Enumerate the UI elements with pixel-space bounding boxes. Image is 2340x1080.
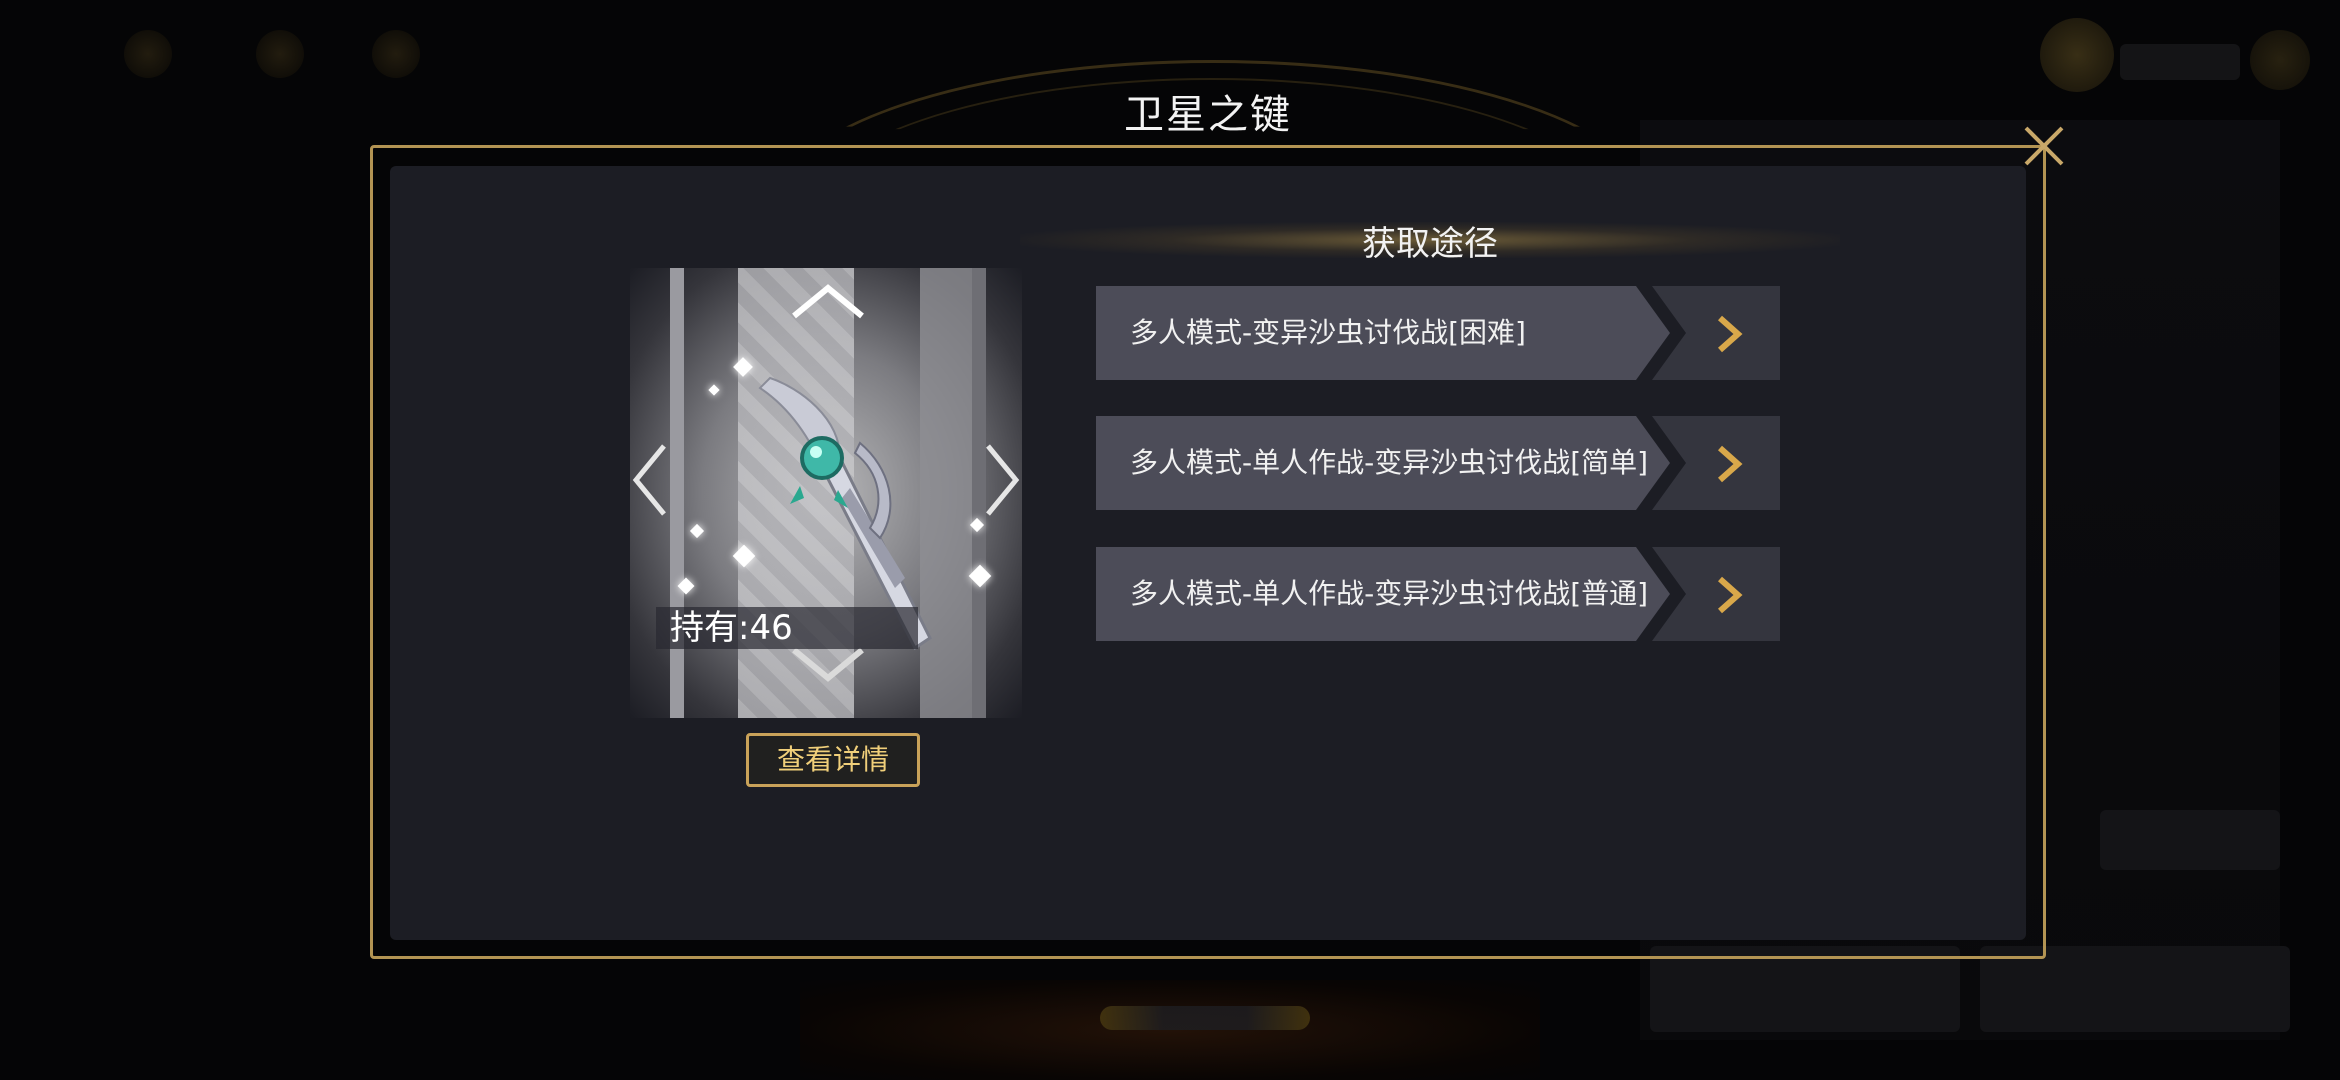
route-label: 多人模式-单人作战-变异沙虫讨伐战[简单] xyxy=(1130,446,1649,479)
background-avatar xyxy=(2040,18,2114,92)
acquisition-title: 获取途径 xyxy=(1362,224,1498,264)
sparkle-icon xyxy=(689,523,705,539)
chevron-up-icon[interactable] xyxy=(788,282,868,322)
background-top-icon xyxy=(256,30,304,78)
owned-count: 持有:46 xyxy=(656,607,918,649)
background-glow xyxy=(800,980,1540,1080)
chevron-right-icon[interactable] xyxy=(1708,444,1748,484)
chevron-right-icon[interactable] xyxy=(1708,314,1748,354)
route-label: 多人模式-单人作战-变异沙虫讨伐战[普通] xyxy=(1130,577,1649,610)
chevron-down-icon[interactable] xyxy=(788,644,868,684)
route-item[interactable]: 多人模式-单人作战-变异沙虫讨伐战[简单] xyxy=(1096,416,1780,510)
chevron-right-icon[interactable] xyxy=(1708,575,1748,615)
close-icon[interactable] xyxy=(2016,118,2072,174)
route-item[interactable]: 多人模式-变异沙虫讨伐战[困难] xyxy=(1096,286,1780,380)
background-button xyxy=(2100,810,2280,870)
route-item[interactable]: 多人模式-单人作战-变异沙虫讨伐战[普通] xyxy=(1096,547,1780,641)
item-showcase xyxy=(630,268,1022,718)
background-top-icon xyxy=(124,30,172,78)
background-avatar xyxy=(2250,30,2310,90)
view-details-button[interactable]: 查看详情 xyxy=(746,733,920,787)
chevron-left-icon[interactable] xyxy=(630,440,670,520)
showcase-stripe xyxy=(670,268,684,718)
sparkle-icon xyxy=(708,384,720,396)
dialog-title: 卫星之键 xyxy=(1124,92,1292,138)
background-currency xyxy=(2120,44,2240,80)
chevron-right-icon[interactable] xyxy=(982,440,1022,520)
background-top-icon xyxy=(372,30,420,78)
route-label: 多人模式-变异沙虫讨伐战[困难] xyxy=(1130,316,1526,349)
background-progress xyxy=(1100,1006,1310,1030)
